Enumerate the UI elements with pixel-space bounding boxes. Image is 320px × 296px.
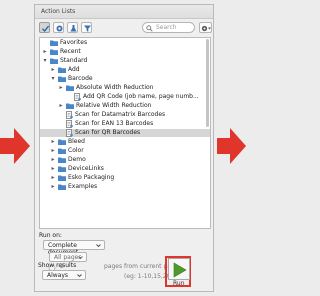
red-arrow-right-icon — [217, 128, 246, 164]
play-icon — [173, 262, 187, 278]
red-arrow-right-icon — [0, 128, 30, 164]
run-button[interactable] — [168, 258, 190, 280]
chevron-down-icon — [77, 274, 82, 278]
run-options-area: 2 pages from current page (eg: 1-10,15,2… — [34, 4, 214, 292]
run-label: Run — [173, 280, 185, 287]
show-results-label: Show results — [38, 262, 77, 269]
show-results-select[interactable]: Always — [42, 270, 86, 280]
